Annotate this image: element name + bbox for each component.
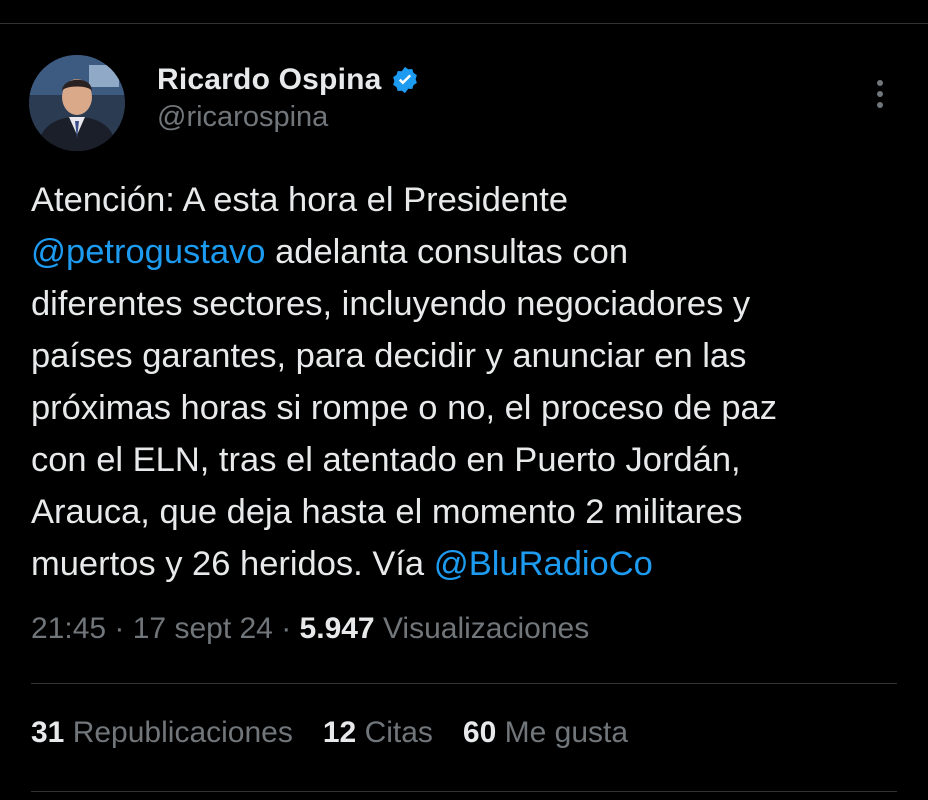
more-options-icon[interactable] — [868, 74, 892, 114]
mention-link[interactable]: @BluRadioCo — [434, 545, 653, 583]
quotes-label: Citas — [356, 716, 433, 749]
author-display-name[interactable]: Ricardo Ospina — [157, 63, 382, 97]
author-name-row[interactable]: Ricardo Ospina — [157, 62, 420, 98]
stats-divider — [31, 791, 897, 792]
meta-divider — [31, 683, 897, 684]
verified-badge-icon — [390, 65, 420, 95]
likes-count: 60 — [462, 716, 497, 749]
tweet-line: países garantes, para decidir y anunciar… — [31, 330, 911, 382]
quotes-stat[interactable]: 12 Citas — [323, 716, 433, 750]
more-dot — [877, 80, 883, 86]
tweet-date[interactable]: 17 sept 24 — [133, 612, 273, 645]
tweet-text: Atención: A esta hora el Presidente @petr… — [31, 174, 911, 590]
meta-separator: · — [272, 612, 300, 645]
tweet-text-segment: Arauca, que deja hasta el momento 2 mili… — [31, 493, 743, 531]
reposts-count: 31 — [31, 716, 65, 749]
tweet-text-segment: próximas horas si rompe o no, el proceso… — [31, 389, 777, 427]
likes-stat[interactable]: 60 Me gusta — [463, 716, 628, 750]
reposts-label: Republicaciones — [64, 716, 293, 749]
tweet-text-segment: Atención: A esta hora el Presidente — [31, 181, 569, 219]
more-dot — [877, 91, 883, 97]
views-label: Visualizaciones — [374, 612, 590, 645]
reposts-stat[interactable]: 31 Republicaciones — [31, 716, 293, 750]
tweet-meta: 21:45 · 17 sept 24 · 5.947 Visualizacion… — [31, 612, 589, 646]
quotes-count: 12 — [322, 716, 357, 749]
author-handle[interactable]: @ricarospina — [157, 101, 328, 134]
tweet-line: muertos y 26 heridos. Vía @BluRadioCo — [31, 538, 911, 590]
tweet-line: Atención: A esta hora el Presidente — [31, 174, 911, 226]
mention-link[interactable]: @petrogustavo — [31, 233, 266, 271]
tweet-line: Arauca, que deja hasta el momento 2 mili… — [31, 486, 911, 538]
likes-label: Me gusta — [496, 716, 629, 749]
views-count: 5.947 — [299, 612, 375, 645]
tweet-line: próximas horas si rompe o no, el proceso… — [31, 382, 911, 434]
tweet-text-segment: países garantes, para decidir y anunciar… — [31, 337, 747, 375]
top-divider — [0, 23, 928, 24]
meta-separator: · — [106, 612, 133, 645]
tweet-text-segment: con el ELN, tras el atentado en Puerto J… — [31, 441, 741, 479]
tweet-line: diferentes sectores, incluyendo negociad… — [31, 278, 911, 330]
more-dot — [877, 102, 883, 108]
engagement-stats: 31 Republicaciones 12 Citas 60 Me gusta — [31, 716, 628, 750]
avatar[interactable] — [29, 55, 125, 151]
tweet-text-segment: diferentes sectores, incluyendo negociad… — [31, 285, 751, 323]
avatar-photo — [29, 55, 125, 151]
tweet-text-segment: adelanta consultas con — [265, 233, 629, 271]
tweet-text-segment: muertos y 26 heridos. Vía — [31, 545, 434, 583]
tweet-line: @petrogustavo adelanta consultas con — [31, 226, 911, 278]
tweet-line: con el ELN, tras el atentado en Puerto J… — [31, 434, 911, 486]
tweet-time[interactable]: 21:45 — [31, 612, 106, 645]
